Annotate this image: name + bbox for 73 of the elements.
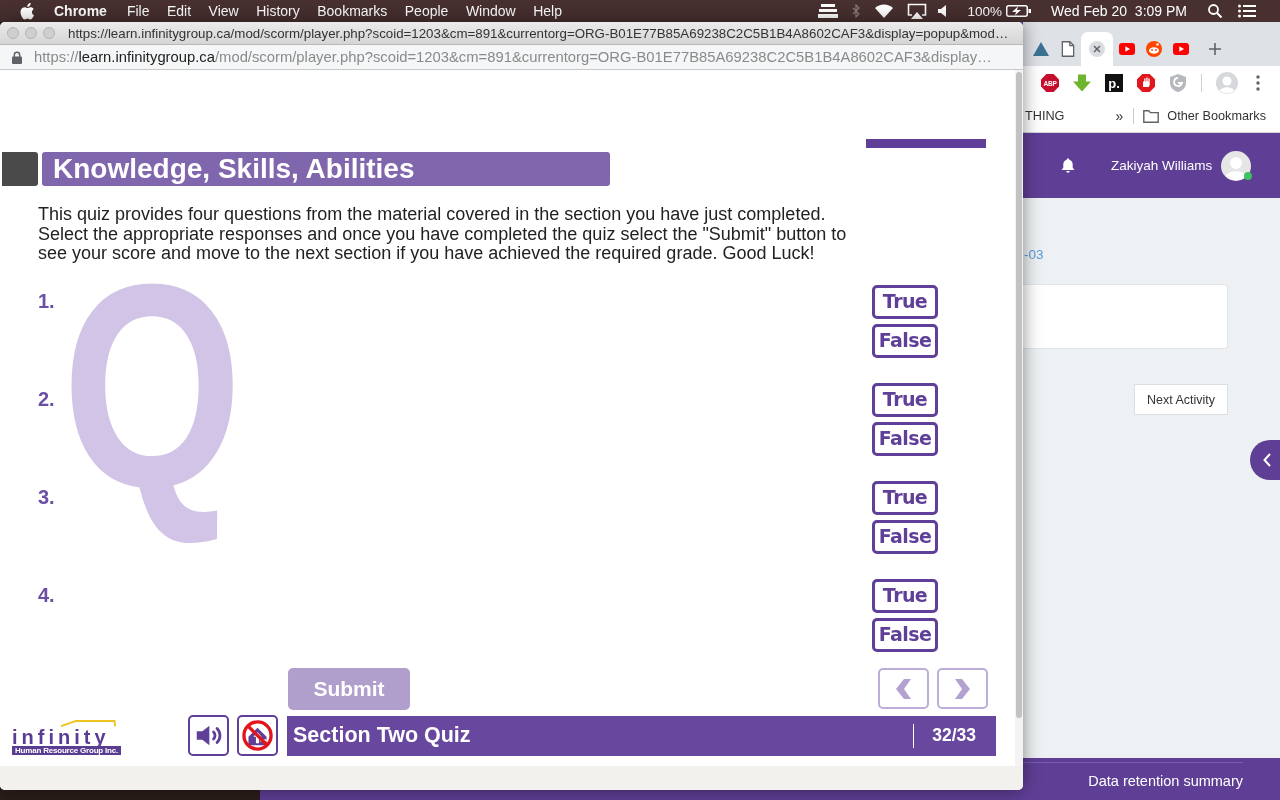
plus-icon[interactable] [1209,43,1221,55]
browser-tab[interactable] [1081,32,1113,66]
logo-tagline: Human Resource Group Inc. [12,745,122,755]
menu-item[interactable]: Bookmarks [317,3,388,19]
next-activity-button[interactable]: Next Activity [1134,384,1228,415]
answer-option-button[interactable]: False [872,421,938,456]
answer-option-button[interactable]: False [872,323,938,358]
question-number: 3. [38,484,55,509]
menu-item[interactable]: Help [533,3,562,19]
menu-item[interactable]: Edit [166,3,192,19]
wifi-icon[interactable] [873,4,894,18]
menu-item[interactable]: View [208,3,239,19]
extension-button[interactable]: p. [1105,74,1123,92]
answer-option-button[interactable]: False [872,519,938,554]
more-bookmarks-button[interactable]: » [1115,108,1124,124]
backdrop-letter: Q [62,280,243,547]
bookmark-item[interactable]: THING [1025,109,1065,123]
menu-item[interactable]: History [256,3,300,19]
user-name[interactable]: Zakiyah Williams [1111,158,1213,173]
speaker-icon[interactable] [937,5,948,17]
section-title: Section Two Quiz [292,723,472,748]
logo-wordmark: infinity [12,727,110,746]
question-number: 4. [38,582,55,607]
window-title: https://learn.infinitygroup.ca/mod/scorm/player.php?scoid=1203&cm=891&currentorg=ORG-B01E77B85A69238C2C5B1B4A8602CAF3&display=popup&mod… [68,25,1009,41]
screen-triangle-icon[interactable] [906,3,927,19]
menu-clock[interactable]: Wed Feb 20 3:09 PM [1051,3,1187,19]
bluetooth-icon[interactable] [851,4,860,18]
menu-item[interactable]: Window [465,3,516,19]
video-play-icon [1118,41,1135,57]
bookmark-folder[interactable]: Other Bookmarks [1167,109,1266,123]
chevron-left-icon [896,678,911,699]
apple-icon[interactable] [20,2,34,20]
triangle-icon [1032,41,1049,57]
close-icon[interactable] [1089,41,1105,57]
app-menu[interactable]: Chrome [54,3,107,19]
alien-head-icon [1145,41,1162,57]
page-counter: 32/33 [932,725,977,746]
footer-link[interactable]: Data retention summary [1088,773,1243,790]
blocked-action-button[interactable] [237,715,278,756]
title-block [2,152,38,186]
answer-option-button[interactable]: True [872,578,938,613]
slide-title: Knowledge, Skills, Abilities [42,152,610,186]
address-field[interactable]: https://learn.infinitygroup.ca/mod/scorm/player.php?scoid=1203&cm=891&currentorg=ORG-B01E77B85A69238C2C5B1B4A8602CAF3&display… [0,45,1023,70]
intro-text: This quiz provides four questions from the material covered in the section you have just completed. Select the appropriate responses and once you have completed the quiz select the "Submit" button to see your score and move to the next section if you have achieved the required grade. Good Luck! [38,205,848,264]
question-number: 2. [38,386,55,411]
search-icon[interactable] [1208,4,1222,18]
lock-icon [12,50,22,64]
kebab-menu-icon[interactable] [1256,75,1260,91]
document-icon [1059,41,1076,57]
battery-charging-icon[interactable] [1006,5,1032,17]
menu-item[interactable]: File [126,3,150,19]
list-icon[interactable] [1238,4,1256,18]
hand-stop-icon[interactable] [1137,74,1155,92]
answer-option-button[interactable]: False [872,617,938,652]
question-number: 1. [38,288,55,313]
stacked-bars-icon[interactable] [817,4,838,18]
chevron-left-icon[interactable] [1263,453,1271,467]
prohibited-house-icon [242,720,273,751]
avatar-icon[interactable] [1221,150,1252,181]
logo-swoosh-icon [60,719,116,727]
answer-option-button[interactable]: True [872,284,938,319]
answer-option-button[interactable]: True [872,480,938,515]
menu-item[interactable]: People [404,3,449,19]
bell-icon[interactable] [1061,158,1075,173]
drawer-toggle-button[interactable] [1250,440,1280,480]
scrollbar-thumb[interactable] [1016,72,1022,718]
speaker-icon [195,725,222,746]
answer-option-button[interactable]: True [872,382,938,417]
video-play-icon [1172,41,1189,57]
sound-button[interactable] [188,715,229,756]
battery-percent[interactable]: 100% [967,3,1003,19]
folder-icon[interactable] [1143,109,1160,123]
chevron-right-icon [955,678,970,699]
